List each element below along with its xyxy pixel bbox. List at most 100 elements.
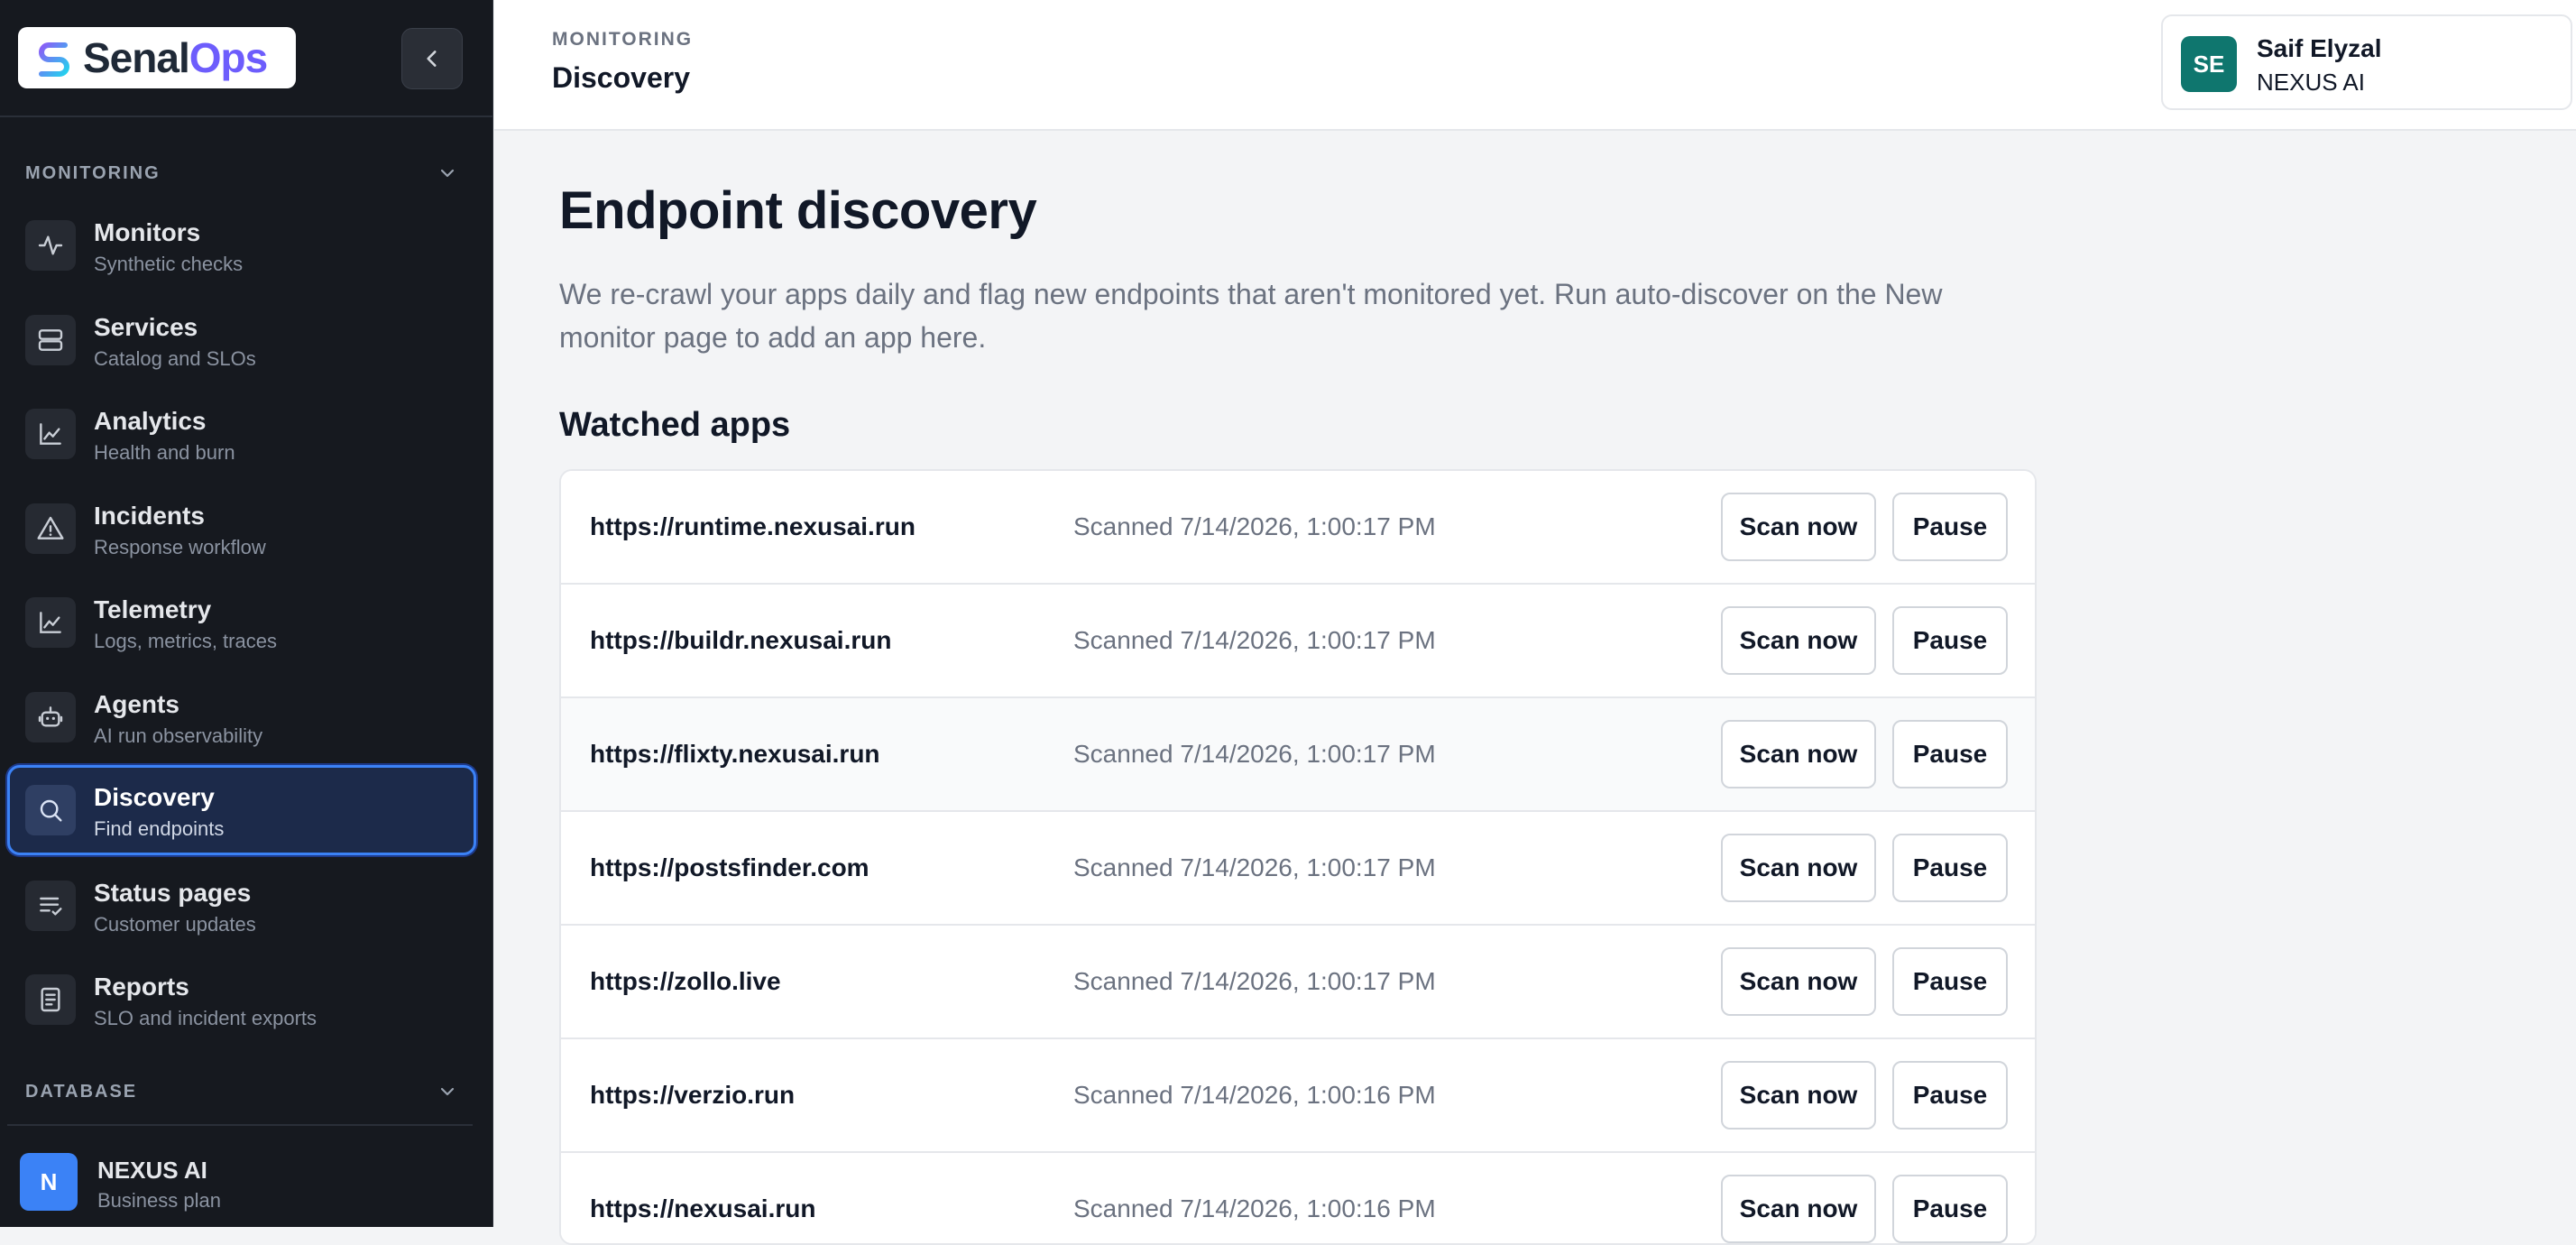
sidebar-item-label: Reports [94, 973, 189, 1001]
avatar: SE [2181, 36, 2237, 92]
scan-now-button[interactable]: Scan now [1721, 720, 1876, 788]
sidebar-item-telemetry[interactable]: Telemetry Logs, metrics, traces [7, 577, 476, 668]
sidebar-item-reports[interactable]: Reports SLO and incident exports [7, 954, 476, 1045]
sidebar-item-sublabel: Find endpoints [94, 817, 225, 840]
sidebar-item-sublabel: Health and burn [94, 441, 235, 464]
sidebar-item-label: Services [94, 313, 198, 341]
list-item: https://verzio.run Scanned 7/14/2026, 1:… [561, 1039, 2035, 1153]
scan-now-button[interactable]: Scan now [1721, 834, 1876, 902]
org-name: NEXUS AI [97, 1157, 207, 1184]
pause-button[interactable]: Pause [1892, 720, 2008, 788]
sidebar-item-discovery[interactable]: Discovery Find endpoints [7, 765, 476, 855]
logo-text-part1: Senal [83, 34, 190, 81]
pause-button[interactable]: Pause [1892, 606, 2008, 675]
list-item: https://buildr.nexusai.run Scanned 7/14/… [561, 585, 2035, 698]
logo-text-part2: Ops [189, 34, 268, 81]
sidebar-item-sublabel: Synthetic checks [94, 253, 244, 275]
pause-button[interactable]: Pause [1892, 834, 2008, 902]
senalops-logo-icon [39, 42, 69, 77]
org-plan: Business plan [97, 1189, 221, 1212]
scan-timestamp: Scanned 7/14/2026, 1:00:17 PM [1073, 967, 1436, 995]
list-item: https://flixty.nexusai.run Scanned 7/14/… [561, 698, 2035, 812]
app-url: https://zollo.live [590, 967, 781, 995]
sidebar-item-label: Incidents [94, 502, 205, 530]
sidebar-item-sublabel: Logs, metrics, traces [94, 630, 277, 652]
app-url: https://verzio.run [590, 1081, 796, 1109]
scan-now-button[interactable]: Scan now [1721, 947, 1876, 1016]
sidebar-item-incidents[interactable]: Incidents Response workflow [7, 484, 476, 574]
chevron-down-icon [440, 1087, 455, 1096]
sidebar-item-sublabel: SLO and incident exports [94, 1007, 317, 1029]
sidebar-item-sublabel: AI run observability [94, 724, 263, 747]
sidebar-item-sublabel: Catalog and SLOs [94, 347, 256, 370]
scan-timestamp: Scanned 7/14/2026, 1:00:16 PM [1073, 1194, 1436, 1222]
search-icon [25, 785, 76, 835]
line-chart-icon [25, 409, 76, 459]
sidebar-item-agents[interactable]: Agents AI run observability [7, 672, 476, 762]
watched-apps-list: https://runtime.nexusai.run Scanned 7/14… [559, 469, 2037, 1245]
section-header-database[interactable]: DATABASE [25, 1078, 458, 1105]
list-item: https://zollo.live Scanned 7/14/2026, 1:… [561, 926, 2035, 1039]
user-org: NEXUS AI [2257, 69, 2365, 96]
user-name: Saif Elyzal [2257, 34, 2382, 62]
sidebar-item-label: Agents [94, 690, 179, 718]
chevron-left-icon [427, 51, 437, 67]
scan-now-button[interactable]: Scan now [1721, 606, 1876, 675]
sidebar-item-analytics[interactable]: Analytics Health and burn [7, 389, 476, 479]
section-title: DATABASE [25, 1081, 138, 1102]
org-avatar: N [20, 1153, 78, 1211]
breadcrumb: MONITORING [552, 29, 694, 50]
sidebar-item-label: Status pages [94, 879, 252, 907]
scan-now-button[interactable]: Scan now [1721, 1175, 1876, 1243]
collapse-sidebar-button[interactable] [401, 28, 463, 89]
app-url: https://flixty.nexusai.run [590, 740, 880, 768]
section-heading: Watched apps [559, 406, 791, 444]
sidebar-item-status-pages[interactable]: Status pages Customer updates [7, 861, 476, 951]
top-header: MONITORING Discovery SE Saif Elyzal NEXU… [494, 0, 2576, 131]
list-item: https://nexusai.run Scanned 7/14/2026, 1… [561, 1153, 2035, 1243]
intro-text: We re-crawl your apps daily and flag new… [559, 278, 1943, 354]
pulse-icon [25, 220, 76, 271]
logo-text: SenalOps [83, 34, 268, 81]
app-url: https://runtime.nexusai.run [590, 512, 915, 540]
page-title: Discovery [552, 61, 690, 94]
app-url: https://nexusai.run [590, 1194, 816, 1222]
sidebar-item-label: Discovery [94, 783, 215, 811]
sidebar-item-label: Telemetry [94, 595, 212, 623]
warning-icon [25, 503, 76, 554]
sidebar-item-sublabel: Response workflow [94, 536, 266, 558]
server-icon [25, 315, 76, 365]
scan-now-button[interactable]: Scan now [1721, 1061, 1876, 1130]
line-chart-icon [25, 597, 76, 648]
brand-row: SenalOps [0, 0, 492, 115]
scan-timestamp: Scanned 7/14/2026, 1:00:17 PM [1073, 626, 1436, 654]
section-title: MONITORING [25, 162, 161, 183]
sidebar-item-monitors[interactable]: Monitors Synthetic checks [7, 200, 476, 290]
divider [0, 115, 492, 117]
chevron-down-icon [440, 169, 455, 178]
scan-timestamp: Scanned 7/14/2026, 1:00:17 PM [1073, 853, 1436, 881]
sidebar-item-services[interactable]: Services Catalog and SLOs [7, 295, 476, 385]
pause-button[interactable]: Pause [1892, 1175, 2008, 1243]
robot-icon [25, 692, 76, 742]
sidebar-item-sublabel: Customer updates [94, 913, 256, 936]
pause-button[interactable]: Pause [1892, 947, 2008, 1016]
scan-now-button[interactable]: Scan now [1721, 493, 1876, 561]
org-switcher[interactable]: N NEXUS AI Business plan [20, 1153, 471, 1216]
scan-timestamp: Scanned 7/14/2026, 1:00:17 PM [1073, 512, 1436, 540]
sidebar-item-label: Analytics [94, 407, 207, 435]
scan-timestamp: Scanned 7/14/2026, 1:00:17 PM [1073, 740, 1436, 768]
divider [7, 1124, 473, 1126]
checklist-icon [25, 881, 76, 931]
main-heading: Endpoint discovery [559, 181, 1037, 240]
list-item: https://postsfinder.com Scanned 7/14/202… [561, 812, 2035, 926]
sidebar-item-label: Monitors [94, 218, 201, 246]
user-menu[interactable]: SE Saif Elyzal NEXUS AI [2161, 14, 2572, 110]
sidebar: SenalOps MONITORING Monitors Synthetic c… [0, 0, 493, 1227]
pause-button[interactable]: Pause [1892, 1061, 2008, 1130]
logo[interactable]: SenalOps [18, 27, 296, 88]
list-item: https://runtime.nexusai.run Scanned 7/14… [561, 471, 2035, 585]
section-header-monitoring[interactable]: MONITORING [25, 160, 458, 187]
app-url: https://buildr.nexusai.run [590, 626, 892, 654]
pause-button[interactable]: Pause [1892, 493, 2008, 561]
